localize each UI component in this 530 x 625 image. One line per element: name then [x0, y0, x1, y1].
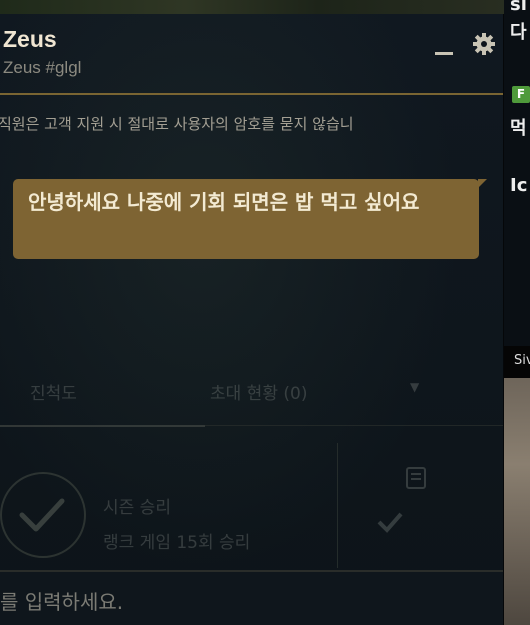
chat-header: Zeus Zeus #glgl: [0, 14, 503, 94]
minimize-icon: [435, 52, 453, 55]
gear-icon: [473, 33, 495, 55]
season-win-title: 시즌 승리: [103, 498, 171, 518]
card-divider: [337, 443, 338, 568]
game-background-strip: [0, 0, 530, 14]
tab-progress: 진척도: [30, 384, 77, 404]
dropdown-arrow-icon: ▼: [410, 380, 420, 394]
chat-title: Zeus: [3, 26, 57, 52]
message-input-area: [0, 570, 503, 625]
minimize-button[interactable]: [433, 44, 453, 62]
chat-subtitle: Zeus #glgl: [3, 58, 82, 77]
photo-label: Siv: [514, 353, 530, 368]
message-input[interactable]: [0, 582, 480, 622]
chat-window: Zeus Zeus #glgl 직원은 고객 지원 시 절대로 사용자의 암호를…: [0, 14, 504, 625]
bubble-tail: [478, 179, 487, 188]
tab-separator: [205, 425, 503, 426]
right-text-4: Ic: [510, 175, 528, 196]
right-text-2: 다: [510, 22, 527, 43]
tab-underline: [0, 425, 205, 427]
settings-button[interactable]: [472, 32, 496, 56]
right-text-top: si: [510, 0, 527, 15]
friend-badge: F: [512, 86, 530, 103]
tab-invites: 초대 현황 (0): [210, 384, 308, 404]
season-win-desc: 랭크 게임 15회 승리: [103, 533, 251, 553]
check-icon: [19, 498, 65, 532]
right-text-3: 먹: [510, 118, 527, 139]
chat-message-bubble: 안녕하세요 나중에 기회 되면은 밥 먹고 싶어요: [13, 179, 479, 259]
trophy-icon: [404, 466, 428, 497]
background-photo: [504, 378, 530, 625]
check-mark-icon: [376, 511, 404, 538]
right-side-panel: si 다 F 먹 Ic Siv: [504, 0, 530, 625]
achievement-badge: [0, 472, 86, 558]
header-divider: [0, 93, 503, 95]
photo-label-bar: Siv: [504, 346, 530, 378]
security-notice: 직원은 고객 지원 시 절대로 사용자의 암호를 묻지 않습니: [0, 115, 354, 133]
